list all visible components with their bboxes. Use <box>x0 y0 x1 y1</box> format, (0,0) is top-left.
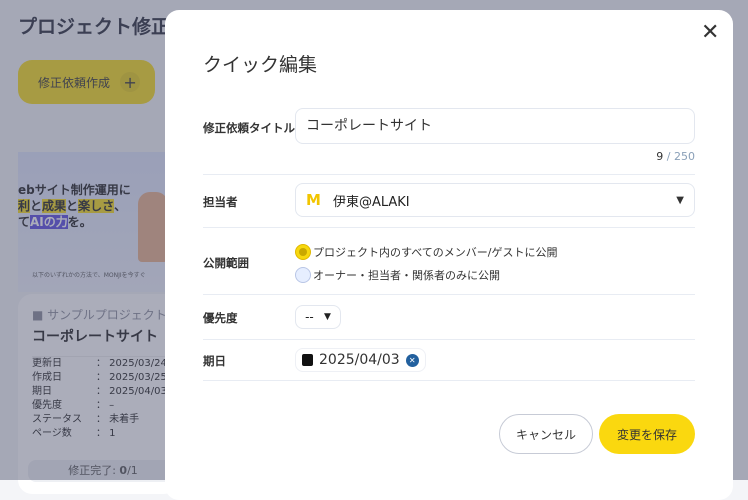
visibility-option-all[interactable]: プロジェクト内のすべてのメンバー/ゲストに公開 <box>295 244 558 260</box>
divider <box>203 294 695 295</box>
chevron-down-icon: ▼ <box>323 312 331 322</box>
assignee-select[interactable]: M 伊東@ALAKI ▼ <box>295 183 695 217</box>
visibility-option-restricted[interactable]: オーナー・担当者・関係者のみに公開 <box>295 267 500 283</box>
radio-unselected[interactable] <box>295 267 311 283</box>
visibility-label: 公開範囲 <box>203 256 249 270</box>
radio-selected[interactable] <box>295 244 311 260</box>
divider <box>203 227 695 228</box>
assignee-label: 担当者 <box>203 195 238 209</box>
char-counter: 9 / 250 <box>656 150 695 163</box>
modal-title: クイック編集 <box>203 54 318 76</box>
due-date-picker[interactable]: 2025/04/03 ✕ <box>295 348 426 372</box>
chevron-down-icon: ▼ <box>676 194 684 206</box>
save-button[interactable]: 変更を保存 <box>599 414 695 454</box>
title-input[interactable]: コーポレートサイト <box>295 108 695 144</box>
due-value: 2025/04/03 <box>319 352 400 368</box>
clear-date-icon[interactable]: ✕ <box>405 353 419 367</box>
option-label: オーナー・担当者・関係者のみに公開 <box>313 269 500 282</box>
priority-value: -- <box>305 310 314 324</box>
priority-select[interactable]: -- ▼ <box>295 305 341 329</box>
char-max: / 250 <box>663 150 695 163</box>
monji-logo-icon: M <box>306 191 321 209</box>
divider <box>203 380 695 381</box>
priority-label: 優先度 <box>203 311 238 325</box>
cancel-button[interactable]: キャンセル <box>499 414 593 454</box>
title-label: 修正依頼タイトル <box>203 121 295 135</box>
calendar-icon <box>302 354 313 366</box>
divider <box>203 174 695 175</box>
due-label: 期日 <box>203 354 226 368</box>
quick-edit-modal: ✕ クイック編集 修正依頼タイトル コーポレートサイト 9 / 250 担当者 … <box>165 10 733 500</box>
divider <box>203 339 695 340</box>
close-icon[interactable]: ✕ <box>701 22 719 44</box>
assignee-value: 伊東@ALAKI <box>332 194 410 210</box>
option-label: プロジェクト内のすべてのメンバー/ゲストに公開 <box>313 246 558 259</box>
